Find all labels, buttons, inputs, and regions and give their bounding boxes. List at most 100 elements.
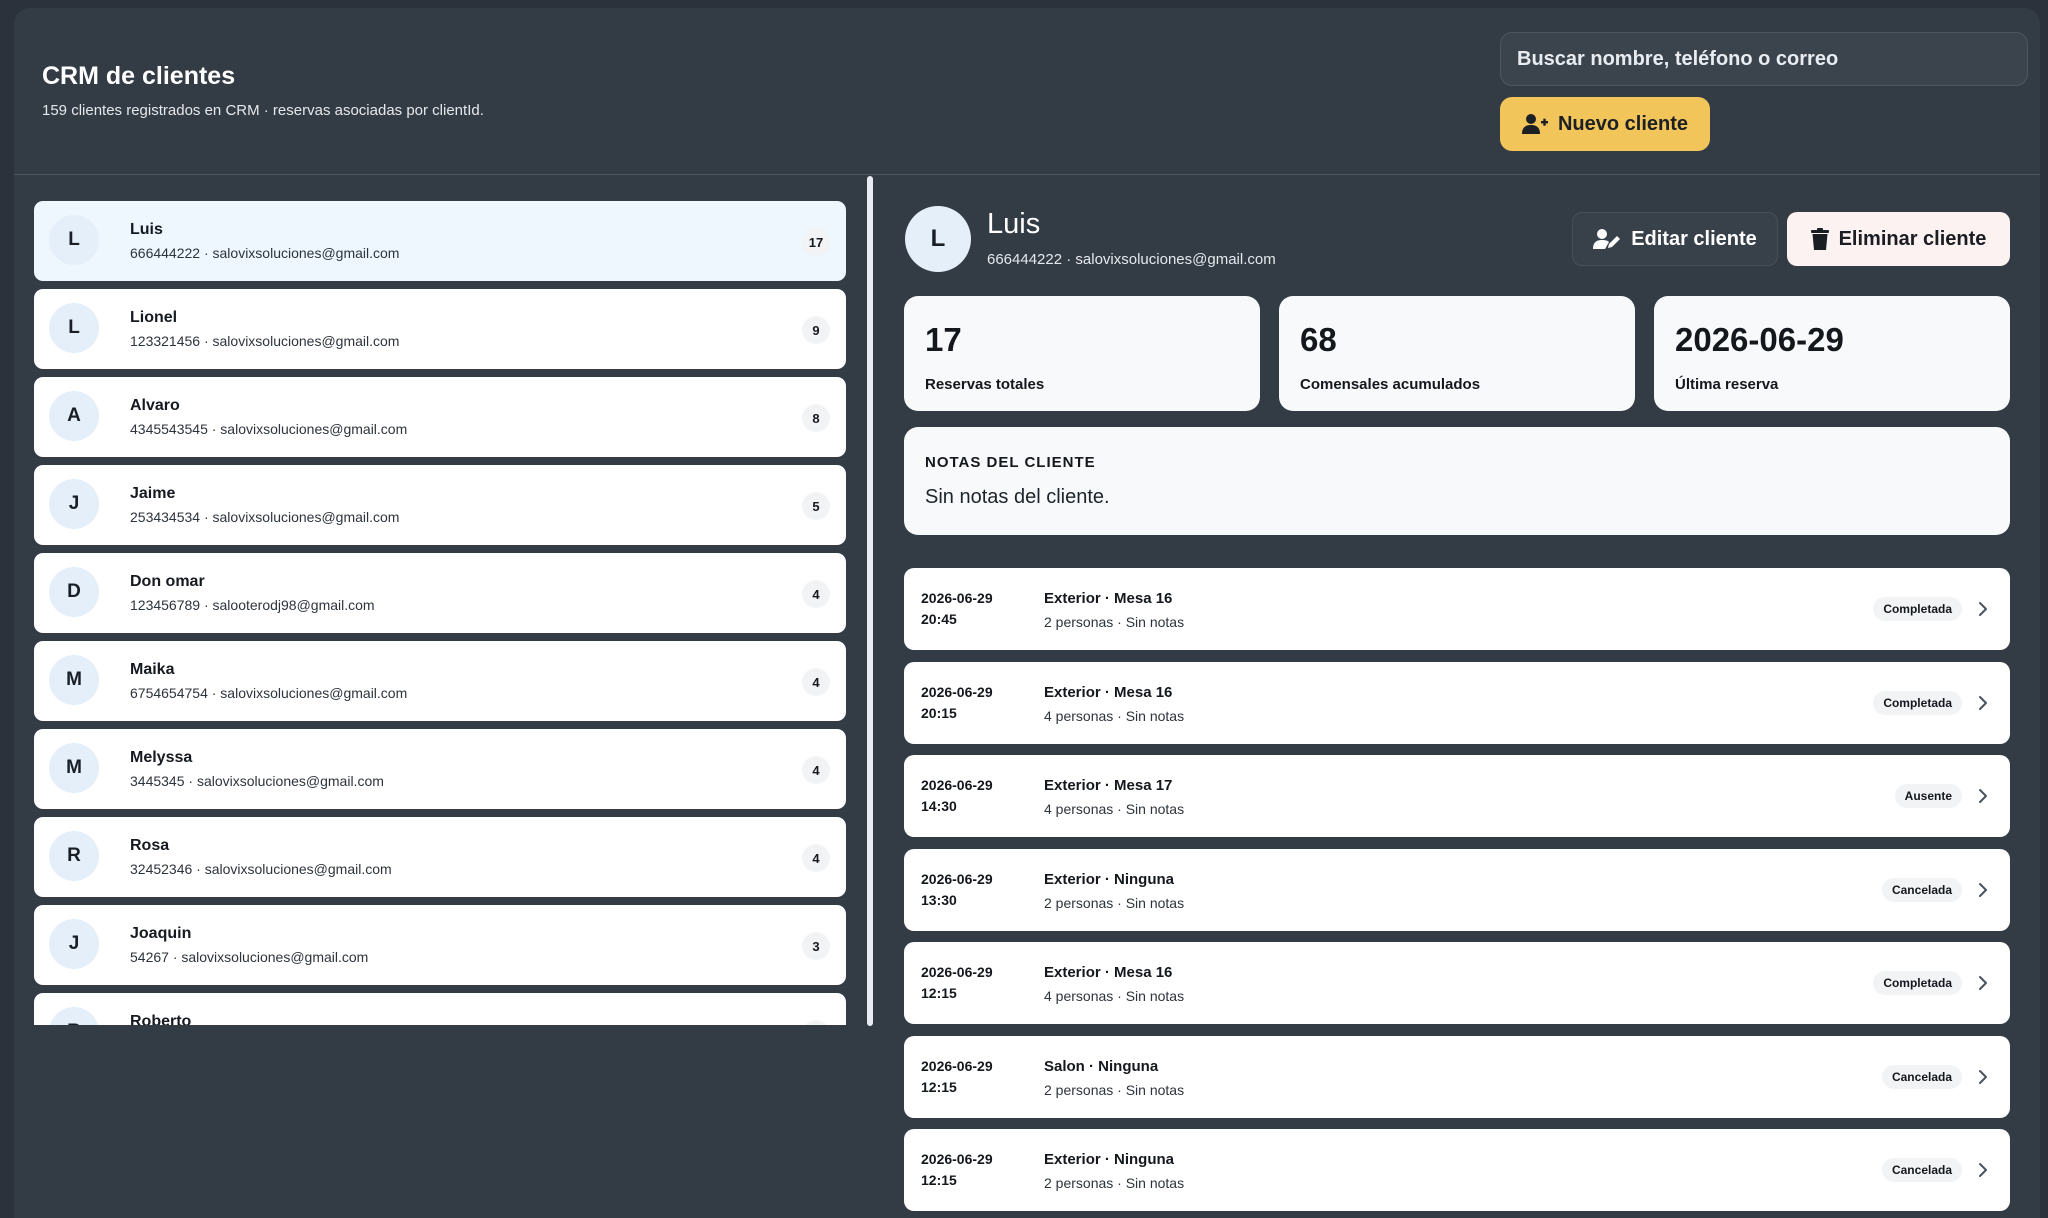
client-name: Joaquin — [130, 925, 192, 942]
reservation-details: 2 personas · Sin notas — [1044, 614, 1185, 630]
notes-text: Sin notas del cliente. — [925, 486, 1110, 508]
client-name: Don omar — [130, 573, 205, 590]
reservation-place: Exterior · Ninguna — [1044, 870, 1175, 888]
chevron-right-icon[interactable] — [1976, 785, 1990, 807]
chevron-right-icon[interactable] — [1976, 598, 1990, 620]
client-list-item[interactable]: A Alvaro 4345543545 · salovixsoluciones@gm… — [34, 377, 846, 457]
reservation-count-badge: 4 — [802, 580, 830, 608]
stat-card-total-guests: 68 Comensales acumulados — [1279, 296, 1635, 411]
avatar: L — [49, 215, 99, 265]
client-list-item[interactable]: M Melyssa 3445345 · salovixsoluciones@gmai… — [34, 729, 846, 809]
delete-client-button[interactable]: Eliminar cliente — [1787, 212, 2010, 266]
client-list-item[interactable]: R Roberto 3 — [34, 993, 846, 1025]
client-contact: 253434534 · salovixsoluciones@gmail.com — [130, 509, 400, 525]
reservation-row[interactable]: 2026-06-29 20:45 Exterior · Mesa 16 2 perso… — [904, 568, 2010, 650]
client-list-item[interactable]: L Luis 666444222 · salovixsoluciones@gmail… — [34, 201, 846, 281]
reservation-date: 2026-06-29 — [921, 590, 993, 606]
notes-title: NOTAS DEL CLIENTE — [925, 454, 1096, 471]
reservation-details: 4 personas · Sin notas — [1044, 988, 1185, 1004]
reservation-count-badge: 3 — [802, 1020, 830, 1025]
avatar: R — [49, 1007, 99, 1025]
reservation-count-badge: 5 — [802, 492, 830, 520]
reservation-details: 2 personas · Sin notas — [1044, 894, 1185, 911]
client-contact: 54267 · salovixsoluciones@gmail.com — [130, 949, 369, 965]
stat-value: 68 — [1300, 321, 1337, 358]
status-badge: Cancelada — [1881, 1064, 1962, 1089]
reservation-count-badge: 17 — [802, 228, 830, 256]
client-name: Maika — [130, 661, 175, 678]
reservation-datetime: 2026-06-29 12:15 — [921, 962, 1031, 1004]
avatar: M — [49, 743, 99, 793]
reservation-time: 20:15 — [921, 704, 957, 721]
chevron-right-icon[interactable] — [1976, 879, 1990, 901]
reservation-row[interactable]: 2026-06-29 13:30 Exterior · Ninguna 2 perso… — [904, 848, 2010, 931]
page-subtitle: 159 clientes registrados en CRM · reserv… — [42, 102, 484, 119]
reservation-details: 2 personas · Sin notas — [1044, 1175, 1185, 1191]
reservation-place: Exterior · Ninguna — [1044, 1151, 1175, 1168]
client-list-item[interactable]: L Lionel 123321456 · salovixsoluciones@gma… — [34, 289, 846, 369]
status-badge: Completada — [1873, 971, 1962, 995]
reservation-date: 2026-06-29 — [921, 1057, 993, 1074]
client-contact: 6754654754 · salovixsoluciones@gmail.com — [130, 685, 408, 701]
chevron-right-icon[interactable] — [1976, 972, 1990, 994]
reservation-details: 4 personas · Sin notas — [1044, 801, 1185, 817]
reservation-datetime: 2026-06-29 13:30 — [921, 869, 1031, 911]
reservation-datetime: 2026-06-29 14:30 — [921, 775, 1031, 817]
chevron-right-icon[interactable] — [1976, 1066, 1990, 1088]
reservation-row[interactable]: 2026-06-29 12:15 Exterior · Ninguna 2 perso… — [904, 1129, 2010, 1211]
user-plus-icon — [1521, 114, 1548, 134]
stat-label: Reservas totales — [925, 376, 1045, 393]
reservation-row[interactable]: 2026-06-29 14:30 Exterior · Mesa 17 4 perso… — [904, 755, 2010, 837]
client-list-item[interactable]: J Joaquin 54267 · salovixsoluciones@gmail.… — [34, 905, 846, 985]
new-client-button[interactable]: Nuevo cliente — [1500, 97, 1710, 151]
status-badge: Ausente — [1894, 784, 1962, 808]
user-pen-icon — [1593, 229, 1621, 249]
avatar: R — [49, 831, 99, 881]
client-list-item[interactable]: R Rosa 32452346 · salovixsoluciones@gmail.… — [34, 817, 846, 897]
client-name: Roberto — [130, 1013, 192, 1025]
reservation-date: 2026-06-29 — [921, 683, 993, 700]
reservation-row[interactable]: 2026-06-29 12:15 Exterior · Mesa 16 4 perso… — [904, 942, 2010, 1024]
reservation-date: 2026-06-29 — [921, 964, 993, 980]
client-contact: 3445345 · salovixsoluciones@gmail.com — [130, 773, 384, 789]
client-notes-card: NOTAS DEL CLIENTE Sin notas del cliente. — [904, 427, 2010, 535]
reservation-time: 12:15 — [921, 1078, 957, 1095]
crm-app: CRM de clientes 159 clientes registrados… — [14, 8, 2040, 1218]
stat-value: 2026-06-29 — [1675, 321, 1844, 358]
client-name: Alvaro — [130, 397, 180, 414]
client-list: L Luis 666444222 · salovixsoluciones@gmail… — [34, 201, 848, 1025]
detail-client-name: Luis — [987, 208, 1041, 240]
page-header: CRM de clientes 159 clientes registrados… — [14, 8, 2040, 175]
client-contact: 123456789 · salooterodj98@gmail.com — [130, 597, 375, 613]
reservation-datetime: 2026-06-29 12:15 — [921, 1149, 1031, 1191]
reservation-datetime: 2026-06-29 12:15 — [921, 1056, 1031, 1098]
reservation-place: Exterior · Mesa 16 — [1044, 590, 1173, 607]
avatar: M — [49, 655, 99, 705]
avatar: A — [49, 391, 99, 441]
reservation-place: Exterior · Mesa 16 — [1044, 683, 1173, 701]
reservation-time: 12:15 — [921, 985, 957, 1001]
client-list-item[interactable]: J Jaime 253434534 · salovixsoluciones@gmai… — [34, 465, 846, 545]
reservation-row[interactable]: 2026-06-29 12:15 Salon · Ninguna 2 personas… — [904, 1035, 2010, 1118]
chevron-right-icon[interactable] — [1976, 1159, 1990, 1181]
reservation-place: Exterior · Mesa 17 — [1044, 777, 1173, 794]
avatar: J — [49, 479, 99, 529]
new-client-label: Nuevo cliente — [1557, 112, 1689, 135]
chevron-right-icon[interactable] — [1976, 692, 1990, 714]
detail-avatar: L — [905, 206, 971, 272]
reservation-count-badge: 4 — [802, 844, 830, 872]
avatar: J — [49, 919, 99, 969]
search-input[interactable] — [1500, 32, 2028, 86]
client-name: Melyssa — [130, 749, 193, 766]
reservation-details: 4 personas · Sin notas — [1044, 707, 1185, 724]
reservation-datetime: 2026-06-29 20:15 — [921, 682, 1031, 724]
avatar: D — [49, 567, 99, 617]
edit-client-button[interactable]: Editar cliente — [1572, 212, 1778, 266]
client-list-item[interactable]: M Maika 6754654754 · salovixsoluciones@gma… — [34, 641, 846, 721]
avatar: L — [49, 303, 99, 353]
panel-splitter[interactable] — [867, 176, 873, 1026]
reservation-count-badge: 8 — [802, 404, 830, 432]
client-list-item[interactable]: D Don omar 123456789 · salooterodj98@gmail… — [34, 553, 846, 633]
reservation-row[interactable]: 2026-06-29 20:15 Exterior · Mesa 16 4 perso… — [904, 661, 2010, 744]
status-badge: Cancelada — [1881, 877, 1962, 902]
